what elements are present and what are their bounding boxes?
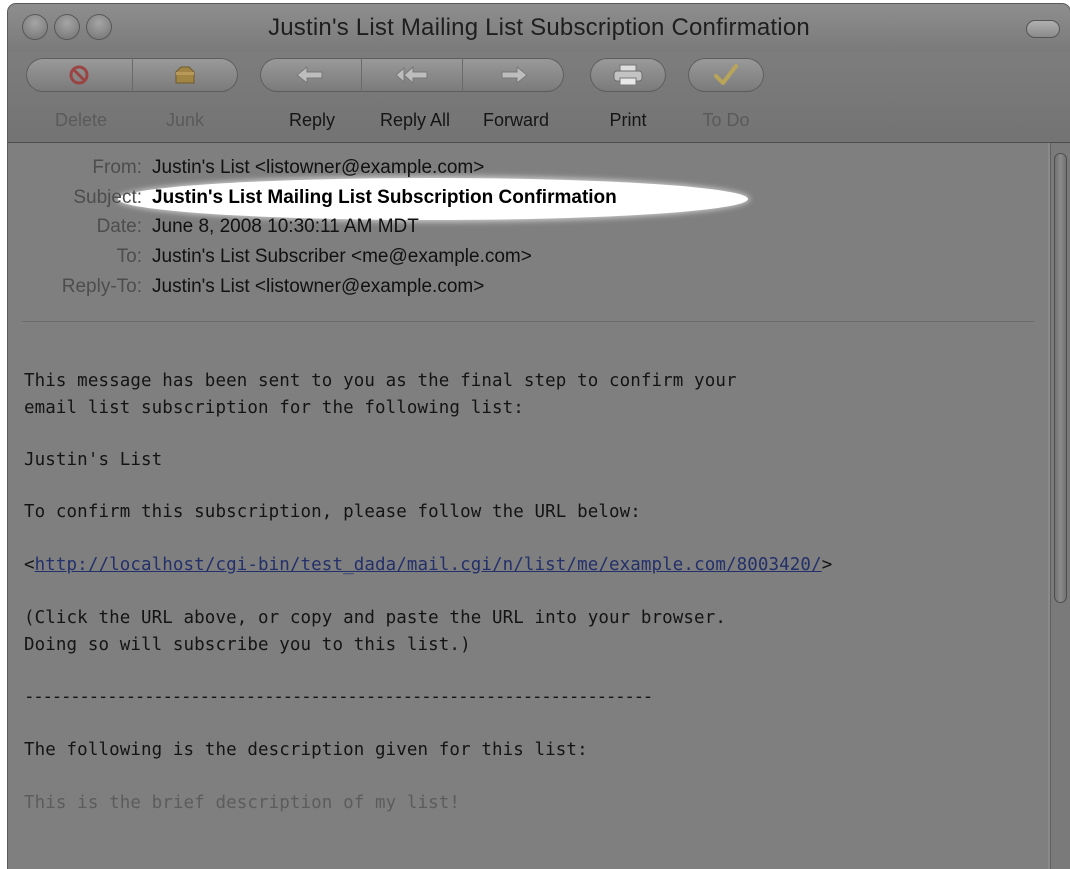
instructions-line: Doing so will subscribe you to this list…	[24, 635, 471, 655]
from-value[interactable]: Justin's List <listowner@example.com>	[152, 157, 484, 179]
header-divider	[22, 321, 1034, 322]
reply-forward-group	[260, 58, 564, 92]
vertical-scrollbar[interactable]	[1050, 143, 1070, 869]
separator-line: ----------------------------------------…	[24, 687, 653, 707]
to-value[interactable]: Justin's List Subscriber <me@example.com…	[152, 246, 532, 268]
mail-window: Justin's List Mailing List Subscription …	[8, 4, 1070, 869]
todo-label[interactable]: To Do	[702, 110, 749, 131]
delete-icon	[69, 65, 89, 85]
confirmation-link[interactable]: http://localhost/cgi-bin/test_dada/mail.…	[35, 555, 822, 575]
reply-arrow-icon	[296, 65, 323, 85]
list-name: Justin's List	[24, 450, 163, 470]
window-title: Justin's List Mailing List Subscription …	[268, 14, 810, 41]
todo-group	[688, 58, 764, 92]
print-button[interactable]	[590, 58, 666, 92]
print-group	[590, 58, 666, 92]
subject-key: Subject:	[73, 187, 142, 208]
subject-value: Justin's List Mailing List Subscription …	[152, 187, 617, 208]
body-line: email list subscription for the followin…	[24, 398, 524, 418]
instructions-line: (Click the URL above, or copy and paste …	[24, 608, 726, 628]
forward-label[interactable]: Forward	[483, 110, 549, 131]
reply-label[interactable]: Reply	[289, 110, 335, 131]
list-description: This is the brief description of my list…	[24, 793, 461, 813]
confirmation-url-line: <http://localhost/cgi-bin/test_dada/mail…	[24, 555, 832, 575]
delete-button[interactable]	[26, 58, 132, 92]
date-value: June 8, 2008 10:30:11 AM MDT	[152, 216, 419, 237]
toolbar: Delete Junk Reply Reply All Forward Prin…	[8, 52, 1070, 143]
delete-junk-group	[26, 58, 238, 92]
printer-icon	[613, 64, 643, 86]
url-open-bracket: <	[24, 555, 35, 575]
message-pane: From: Justin's List <listowner@example.c…	[8, 143, 1048, 869]
confirm-prompt: To confirm this subscription, please fol…	[24, 502, 641, 522]
reply-button[interactable]	[260, 58, 361, 92]
url-close-bracket: >	[821, 555, 833, 575]
date-key: Date:	[96, 216, 142, 237]
todo-button[interactable]	[688, 58, 764, 92]
junk-button[interactable]	[131, 58, 239, 92]
from-key: From:	[92, 157, 142, 178]
print-label[interactable]: Print	[609, 110, 646, 131]
reply-all-label[interactable]: Reply All	[380, 110, 450, 131]
reply-all-arrow-icon	[395, 65, 428, 85]
checkmark-icon	[714, 64, 738, 85]
scroll-thumb[interactable]	[1054, 153, 1067, 603]
title-bar: Justin's List Mailing List Subscription …	[8, 4, 1070, 52]
toolbar-toggle-button[interactable]	[1026, 20, 1060, 38]
junk-icon	[175, 66, 195, 84]
delete-label[interactable]: Delete	[55, 110, 107, 131]
forward-button[interactable]	[462, 58, 564, 92]
reply-to-value[interactable]: Justin's List <listowner@example.com>	[152, 276, 484, 298]
body-line: This message has been sent to you as the…	[24, 371, 737, 391]
to-key: To:	[116, 246, 142, 267]
reply-to-key: Reply-To:	[61, 276, 142, 297]
junk-label[interactable]: Junk	[166, 110, 204, 131]
description-intro: The following is the description given f…	[24, 740, 588, 760]
reply-all-button[interactable]	[360, 58, 463, 92]
forward-arrow-icon	[501, 65, 528, 85]
